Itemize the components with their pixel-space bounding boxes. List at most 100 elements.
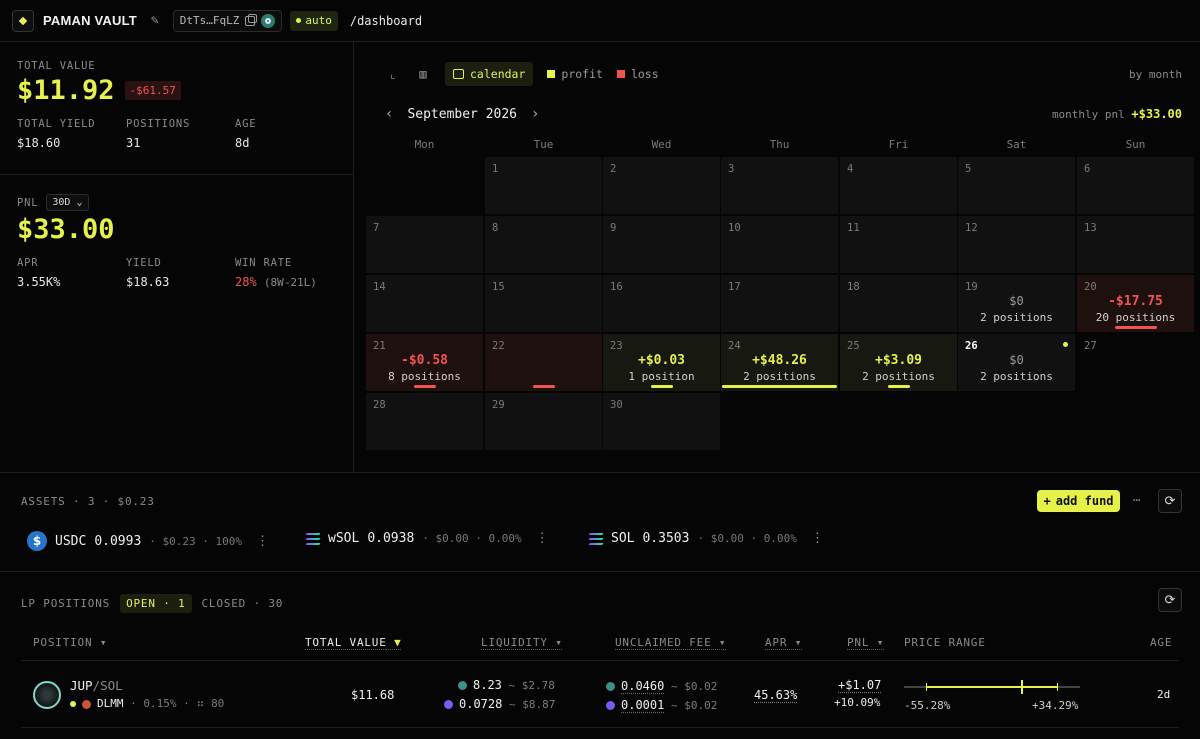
kebab-menu-icon[interactable]: ⋮ — [256, 534, 269, 549]
refresh-icon: ⟳ — [1164, 493, 1176, 509]
calendar-day[interactable]: 22 — [485, 334, 602, 391]
calendar-day[interactable]: 4 — [840, 157, 957, 214]
calendar-day[interactable]: 8 — [485, 216, 602, 273]
day-pnl-bar — [533, 385, 555, 388]
more-icon[interactable]: ⋯ — [1133, 493, 1140, 507]
calendar-day[interactable]: 16 — [603, 275, 720, 332]
weekday-label: Tue — [533, 138, 554, 151]
col-pnl[interactable]: PNL ▾ — [847, 636, 884, 649]
calendar-day[interactable]: 5 — [958, 157, 1075, 214]
calendar-day[interactable]: 6 — [1077, 157, 1194, 214]
stat-age: AGE 8d — [235, 118, 257, 150]
calendar-day[interactable]: 17 — [721, 275, 838, 332]
day-number: 22 — [492, 340, 505, 352]
explorer-icon[interactable] — [261, 13, 276, 28]
calendar-day[interactable]: 18 — [840, 275, 957, 332]
view-mode-select[interactable]: by month — [1129, 68, 1182, 81]
day-number: 21 — [373, 340, 386, 352]
calendar-day[interactable]: 19 $0 2 positions — [958, 275, 1075, 332]
day-number: 27 — [1084, 340, 1097, 352]
mode-badge[interactable]: auto — [290, 10, 338, 31]
month-nav: ‹ September 2026 › — [385, 106, 539, 122]
summary-panel: TOTAL VALUE $11.92 -$61.57 TOTAL YIELD $… — [0, 42, 354, 472]
calendar-day[interactable]: 14 — [366, 275, 483, 332]
status-dot-icon — [70, 701, 76, 707]
day-pnl-bar — [888, 385, 910, 388]
calendar-day[interactable]: 1 — [485, 157, 602, 214]
col-total-value[interactable]: TOTAL VALUE ▼ — [305, 636, 402, 649]
edit-pencil-icon[interactable]: ✎ — [151, 13, 159, 28]
day-number: 19 — [965, 281, 978, 293]
refresh-lp-button[interactable]: ⟳ — [1158, 588, 1182, 612]
day-positions: 2 positions — [862, 370, 935, 383]
pnl-range-select[interactable]: 30D ⌄ — [46, 194, 89, 211]
copy-icon[interactable] — [245, 13, 258, 26]
calendar-day[interactable]: 3 — [721, 157, 838, 214]
day-pnl: +$48.26 — [752, 353, 807, 368]
total-value-section: TOTAL VALUE $11.92 -$61.57 TOTAL YIELD $… — [0, 42, 353, 150]
day-number: 29 — [492, 399, 505, 411]
day-number: 23 — [610, 340, 623, 352]
calendar-day[interactable]: 15 — [485, 275, 602, 332]
day-number: 17 — [728, 281, 741, 293]
col-liquidity[interactable]: LIQUIDITY ▾ — [481, 636, 563, 649]
kebab-menu-icon[interactable]: ⋮ — [536, 531, 549, 546]
calendar-day[interactable]: 9 — [603, 216, 720, 273]
calendar-day[interactable]: 12 — [958, 216, 1075, 273]
calendar-day[interactable]: 13 — [1077, 216, 1194, 273]
asset-value: · $0.00 · 0.00% — [697, 532, 797, 545]
pnl-label: PNL — [17, 196, 39, 209]
line-chart-icon[interactable]: ⌞ — [385, 67, 401, 81]
calendar-day[interactable]: 24 +$48.26 2 positions — [721, 334, 838, 391]
day-number: 25 — [847, 340, 860, 352]
today-dot-icon — [1063, 342, 1068, 347]
day-number: 30 — [610, 399, 623, 411]
prev-month-icon[interactable]: ‹ — [385, 106, 393, 122]
legend-loss: loss — [616, 67, 659, 81]
row-liquidity-a: 8.23 ~ $2.78 — [458, 678, 555, 692]
kebab-menu-icon[interactable]: ⋮ — [811, 531, 824, 546]
calendar-day[interactable]: 21 -$0.58 8 positions — [366, 334, 483, 391]
day-positions: 20 positions — [1095, 311, 1176, 324]
calendar-day[interactable]: 2 — [603, 157, 720, 214]
day-number: 26 — [965, 340, 978, 352]
calendar-day[interactable]: 20 -$17.75 20 positions — [1077, 275, 1194, 332]
calendar-day[interactable]: 23 +$0.03 1 position — [603, 334, 720, 391]
calendar-day[interactable]: 10 — [721, 216, 838, 273]
vault-logo-icon — [12, 9, 34, 32]
sol-icon — [444, 700, 453, 709]
calendar-day[interactable]: 11 — [840, 216, 957, 273]
pool-pair: JUP/SOL — [70, 678, 123, 693]
day-number: 1 — [492, 163, 499, 175]
bar-chart-icon[interactable]: ▥ — [415, 67, 431, 81]
asset-symbol: wSOL — [328, 531, 360, 546]
col-position[interactable]: POSITION ▾ — [33, 636, 107, 649]
day-pnl: +$3.09 — [875, 353, 922, 368]
calendar-day[interactable]: 27 — [1077, 334, 1194, 391]
calendar-day[interactable]: 26 $0 2 positions — [958, 334, 1075, 391]
calendar-day[interactable]: 30 — [603, 393, 720, 450]
day-number: 5 — [965, 163, 972, 175]
tab-calendar[interactable]: calendar — [445, 62, 534, 86]
refresh-assets-button[interactable]: ⟳ — [1158, 489, 1182, 513]
sol-icon — [606, 701, 615, 710]
tab-closed[interactable]: CLOSED · 30 — [202, 597, 284, 610]
day-positions: 2 positions — [980, 370, 1053, 383]
col-unclaimed-fee[interactable]: UNCLAIMED FEE ▾ — [615, 636, 726, 649]
calendar-day[interactable]: 29 — [485, 393, 602, 450]
asset-item-sol: SOL 0.3503 · $0.00 · 0.00% ⋮ — [588, 531, 824, 546]
next-month-icon[interactable]: › — [531, 106, 539, 122]
pnl-value: $33.00 — [17, 214, 115, 245]
tab-open[interactable]: OPEN · 1 — [120, 594, 192, 613]
calendar-day[interactable]: 28 — [366, 393, 483, 450]
calendar-day[interactable]: 25 +$3.09 2 positions — [840, 334, 957, 391]
assets-label: ASSETS · 3 · $0.23 — [21, 495, 155, 508]
col-apr[interactable]: APR ▾ — [765, 636, 802, 649]
col-age: AGE — [1150, 636, 1173, 649]
calendar-toolbar: ⌞ ▥ calendar profit loss — [385, 62, 659, 86]
jup-icon — [606, 682, 615, 691]
day-number: 15 — [492, 281, 505, 293]
sol-icon — [588, 532, 604, 545]
add-fund-button[interactable]: + add fund — [1037, 490, 1120, 512]
calendar-day[interactable]: 7 — [366, 216, 483, 273]
